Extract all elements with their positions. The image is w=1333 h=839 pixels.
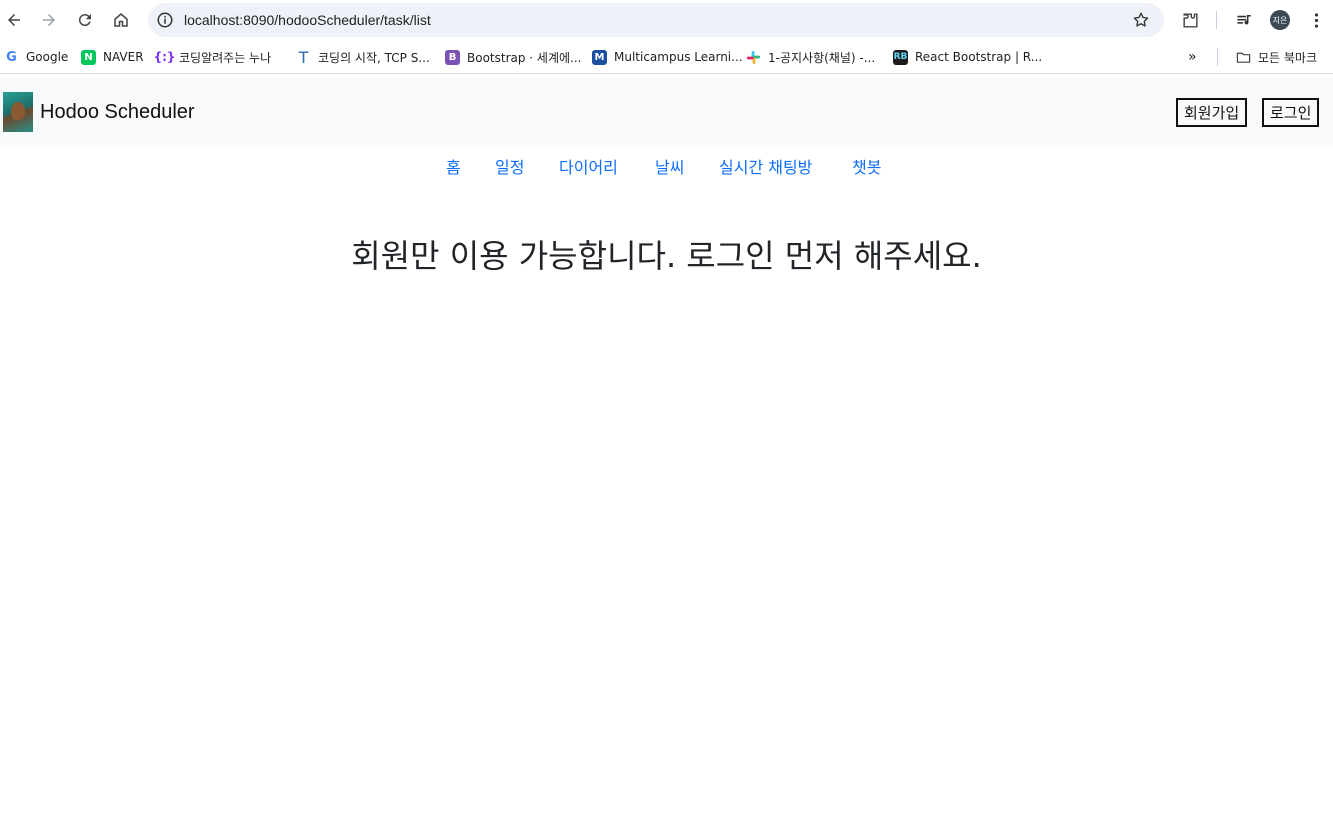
- home-icon[interactable]: [108, 7, 134, 33]
- site-info-icon[interactable]: [156, 11, 174, 29]
- bookmark-bootstrap[interactable]: B Bootstrap · 세계에...: [445, 48, 582, 66]
- browser-toolbar: localhost:8090/hodooScheduler/task/list …: [0, 0, 1333, 40]
- bookmark-multicampus[interactable]: M Multicampus Learni...: [592, 48, 743, 66]
- bookmark-label: Google: [26, 50, 69, 64]
- media-queue-icon[interactable]: [1234, 10, 1254, 30]
- braces-icon: {:}: [153, 49, 176, 65]
- bookmark-label: 모든 북마크: [1258, 50, 1318, 65]
- login-button[interactable]: 로그인: [1262, 98, 1320, 127]
- forward-arrow-icon[interactable]: [36, 7, 62, 33]
- bookmark-google[interactable]: G Google: [4, 48, 68, 66]
- main-menu: 홈 일정 다이어리 날씨 실시간 채팅방 챗봇: [0, 154, 1333, 178]
- menu-item-live-chat[interactable]: 실시간 채팅방: [719, 154, 812, 178]
- more-vert-icon[interactable]: [1306, 10, 1326, 30]
- bookmark-naver[interactable]: N NAVER: [81, 48, 144, 66]
- all-bookmarks-folder[interactable]: 모든 북마크: [1236, 48, 1317, 66]
- address-bar[interactable]: localhost:8090/hodooScheduler/task/list: [148, 3, 1164, 37]
- brand-link[interactable]: Hodoo Scheduler: [3, 92, 195, 132]
- bookmark-label: 1-공지사항(채널) -...: [768, 50, 876, 65]
- toolbar-divider: [1216, 11, 1217, 29]
- login-required-message: 회원만 이용 가능합니다. 로그인 먼저 해주세요.: [351, 237, 982, 275]
- bookmark-label: NAVER: [103, 50, 144, 64]
- page-content: Hodoo Scheduler 회원가입 로그인 홈 일정 다이어리 날씨 실시…: [0, 78, 1333, 839]
- bookmark-label: React Bootstrap | R...: [915, 50, 1043, 64]
- brand-logo-image: [3, 92, 33, 132]
- url-text[interactable]: localhost:8090/hodooScheduler/task/list: [184, 12, 431, 28]
- react-bootstrap-icon: RB: [893, 49, 908, 65]
- bookmarks-divider: [1217, 48, 1218, 66]
- back-arrow-icon[interactable]: [1, 7, 27, 33]
- bookmark-coding-noona[interactable]: {:} 코딩알려주는 누나: [153, 48, 272, 66]
- slack-icon: [746, 49, 761, 65]
- multicampus-icon: M: [592, 49, 607, 65]
- bookmark-label: 코딩알려주는 누나: [179, 50, 272, 65]
- bookmark-tcp-school[interactable]: T 코딩의 시작, TCP S...: [296, 48, 430, 67]
- folder-icon: [1236, 49, 1251, 65]
- menu-item-schedule[interactable]: 일정: [495, 154, 524, 178]
- google-icon: G: [4, 49, 19, 65]
- reload-icon[interactable]: [72, 7, 98, 33]
- menu-item-chatbot[interactable]: 챗봇: [852, 154, 881, 178]
- menu-item-weather[interactable]: 날씨: [655, 154, 684, 178]
- menu-item-diary[interactable]: 다이어리: [559, 154, 618, 178]
- bookmark-slack[interactable]: 1-공지사항(채널) -...: [746, 48, 875, 66]
- bootstrap-icon: B: [445, 49, 460, 65]
- extensions-icon[interactable]: [1180, 10, 1200, 30]
- brand-name: Hodoo Scheduler: [40, 100, 195, 123]
- app-navbar: Hodoo Scheduler 회원가입 로그인: [0, 78, 1333, 145]
- bookmark-label: 코딩의 시작, TCP S...: [318, 50, 430, 65]
- bookmark-label: Multicampus Learni...: [614, 50, 743, 64]
- bookmarks-overflow-chevron-icon[interactable]: »: [1188, 48, 1197, 66]
- bookmark-star-icon[interactable]: [1132, 11, 1150, 29]
- bookmarks-bar: G Google N NAVER {:} 코딩알려주는 누나 T 코딩의 시작,…: [0, 40, 1333, 74]
- bookmark-label: Bootstrap · 세계에...: [467, 50, 582, 65]
- bookmark-react-bootstrap[interactable]: RB React Bootstrap | R...: [893, 48, 1042, 66]
- naver-icon: N: [81, 49, 96, 65]
- menu-item-home[interactable]: 홈: [446, 154, 461, 178]
- signup-button[interactable]: 회원가입: [1176, 98, 1248, 127]
- profile-avatar[interactable]: 지은: [1270, 10, 1290, 30]
- letter-t-icon: T: [296, 48, 311, 67]
